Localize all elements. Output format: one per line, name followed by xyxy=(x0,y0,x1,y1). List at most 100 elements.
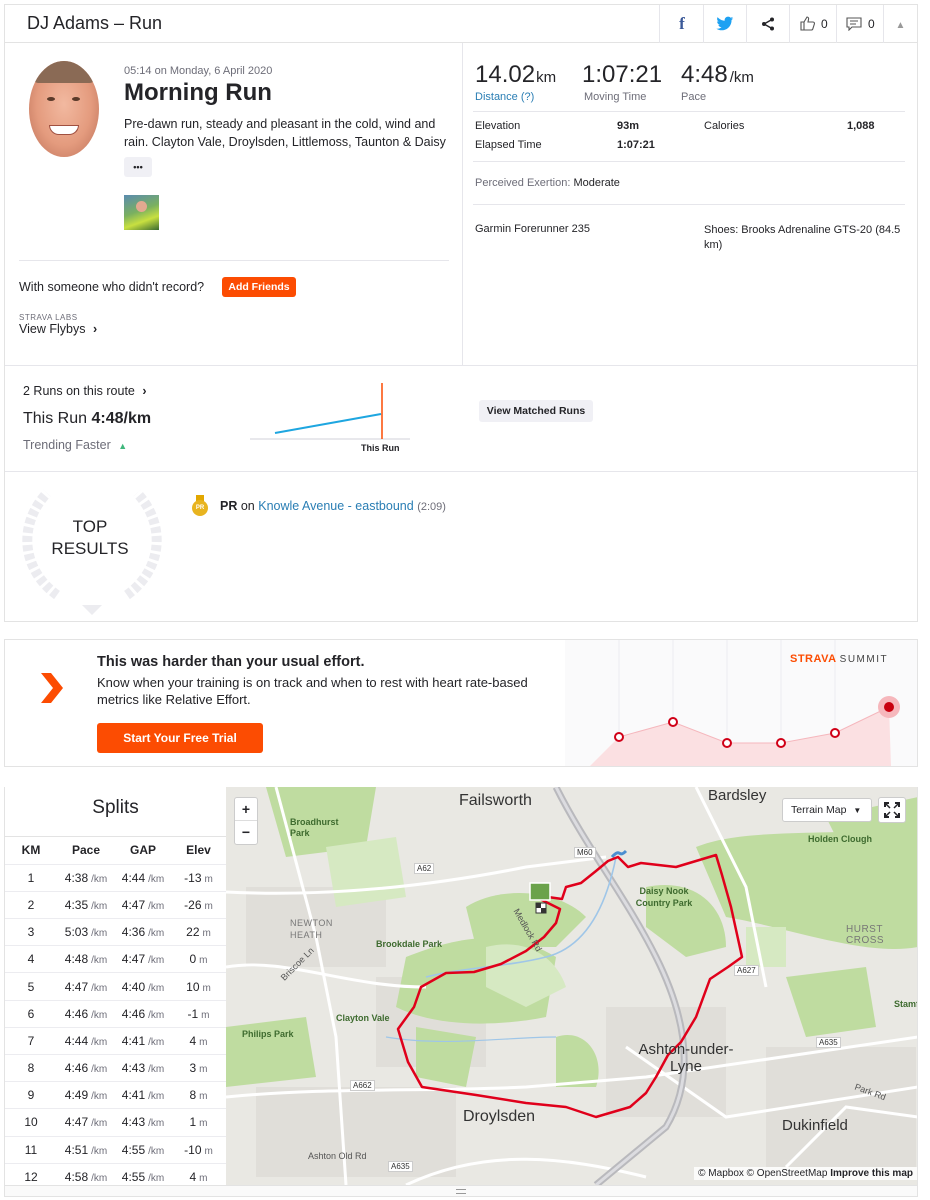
split-elev: 3m xyxy=(171,1054,226,1083)
split-pace-value: 5:03 xyxy=(64,925,89,940)
view-matched-runs-button[interactable]: View Matched Runs xyxy=(479,400,593,422)
start-photo-marker xyxy=(529,882,551,901)
split-elev: -10 m xyxy=(171,1136,226,1164)
split-gap-value: 4:41 xyxy=(121,1088,146,1103)
top-results-line2: RESULTS xyxy=(51,539,129,558)
split-gap: 4:55/km xyxy=(115,1136,171,1164)
chevron-right-icon: › xyxy=(92,322,98,336)
this-run-pace: This Run 4:48/km xyxy=(23,410,151,428)
split-row[interactable]: 6 4:46/km 4:46/km -1 m xyxy=(5,1000,226,1028)
split-row[interactable]: 10 4:47/km 4:43/km 1 m xyxy=(5,1108,226,1137)
road-ashton-old: Ashton Old Rd xyxy=(308,1151,367,1161)
split-gap-value: 4:40 xyxy=(121,979,146,994)
split-elev-value: 1 xyxy=(189,1115,197,1130)
terrain-map-select[interactable]: Terrain Map ▼ xyxy=(782,798,872,822)
shoes-info[interactable]: Shoes: Brooks Adrenaline GTS-20 (84.5 km… xyxy=(704,223,909,253)
road-a62: A62 xyxy=(414,863,435,874)
split-gap-value: 4:47 xyxy=(121,897,146,912)
split-pace: 4:35/km xyxy=(57,891,115,920)
split-gap-value: 4:43 xyxy=(121,1061,146,1076)
map-attribution: © Mapbox © OpenStreetMap Improve this ma… xyxy=(694,1167,917,1180)
pace-unit: /km xyxy=(729,69,754,86)
pr-badge: PR xyxy=(192,500,208,516)
split-km-value: 3 xyxy=(27,925,35,940)
place-droylsden: Droylsden xyxy=(463,1108,536,1125)
split-row[interactable]: 11 4:51/km 4:55/km -10 m xyxy=(5,1136,226,1164)
place-holden: Holden Clough xyxy=(808,834,872,844)
split-pace-unit: /km xyxy=(91,873,108,885)
twitter-share-button[interactable] xyxy=(704,5,746,43)
share-button[interactable] xyxy=(747,5,789,43)
runs-on-route-label: 2 Runs on this route xyxy=(23,384,135,398)
facebook-icon: f xyxy=(679,14,685,33)
pr-result: PR on Knowle Avenue - eastbound (2:09) xyxy=(220,499,446,513)
split-elev-value: 10 xyxy=(186,979,200,994)
activity-photo[interactable] xyxy=(124,195,159,230)
start-free-trial-button[interactable]: Start Your Free Trial xyxy=(97,723,263,753)
perceived-exertion: Perceived Exertion: Moderate xyxy=(475,177,620,189)
fullscreen-button[interactable] xyxy=(878,797,906,823)
split-row[interactable]: 8 4:46/km 4:43/km 3 m xyxy=(5,1054,226,1083)
strava-labs-label: STRAVA LABS xyxy=(19,313,78,322)
split-elev-value: 3 xyxy=(189,1061,197,1076)
split-row[interactable]: 2 4:35/km 4:47/km -26 m xyxy=(5,891,226,920)
split-row[interactable]: 7 4:44/km 4:41/km 4 m xyxy=(5,1027,226,1056)
split-row[interactable]: 12 4:58/km 4:55/km 4 m xyxy=(5,1163,226,1187)
view-flybys-link[interactable]: View Flybys › xyxy=(19,322,97,336)
with-someone-text: With someone who didn't record? xyxy=(19,280,205,294)
split-elev: 22 m xyxy=(171,918,226,947)
split-gap-unit: /km xyxy=(148,1145,165,1157)
split-row[interactable]: 3 5:03/km 4:36/km 22 m xyxy=(5,918,226,947)
split-elev-value: 8 xyxy=(189,1088,197,1103)
split-row[interactable]: 5 4:47/km 4:40/km 10 m xyxy=(5,972,226,1001)
place-daisy-nook: Daisy Nook Country Park xyxy=(635,886,693,908)
zoom-out-button[interactable]: − xyxy=(235,821,257,844)
split-gap-value: 4:41 xyxy=(121,1033,146,1048)
split-pace-value: 4:46 xyxy=(64,1006,89,1021)
facebook-share-button[interactable]: f xyxy=(661,5,703,43)
split-gap-unit: /km xyxy=(148,873,165,885)
route-map[interactable]: Failsworth Bardsley Broadhurst Park Hold… xyxy=(226,787,918,1185)
split-pace: 4:48/km xyxy=(57,945,115,974)
split-km: 5 xyxy=(5,972,57,1001)
split-elev-value: -1 xyxy=(187,1006,199,1021)
zoom-in-button[interactable]: + xyxy=(235,798,257,821)
split-elev: -13 m xyxy=(171,864,226,892)
split-gap-unit: /km xyxy=(148,1064,165,1076)
split-pace-value: 4:44 xyxy=(64,1033,89,1048)
add-friends-button[interactable]: Add Friends xyxy=(222,277,296,297)
split-elev-unit: m xyxy=(202,928,211,940)
split-gap: 4:36/km xyxy=(115,918,171,947)
road-a662: A662 xyxy=(350,1080,375,1091)
split-pace-value: 4:35 xyxy=(64,897,89,912)
split-elev-unit: m xyxy=(204,1145,213,1157)
promo-title: This was harder than your usual effort. xyxy=(97,654,365,670)
more-button[interactable]: ••• xyxy=(124,157,152,177)
split-pace-unit: /km xyxy=(91,1064,108,1076)
drag-grip-icon xyxy=(456,1189,466,1194)
resize-handle[interactable] xyxy=(4,1185,918,1197)
split-gap: 4:44/km xyxy=(115,864,171,892)
split-pace: 4:38/km xyxy=(57,864,115,892)
split-row[interactable]: 1 4:38/km 4:44/km -13 m xyxy=(5,864,226,892)
calories-value: 1,088 xyxy=(847,120,875,132)
split-pace-unit: /km xyxy=(91,900,108,912)
runs-on-route-link[interactable]: 2 Runs on this route › xyxy=(23,384,147,398)
kudos-button[interactable]: 0 xyxy=(790,5,836,43)
collapse-button[interactable]: ▲ xyxy=(884,5,917,43)
split-row[interactable]: 4 4:48/km 4:47/km 0 m xyxy=(5,945,226,974)
athlete-avatar[interactable] xyxy=(29,61,99,157)
effort-point xyxy=(668,717,678,727)
comments-button[interactable]: 0 xyxy=(837,5,883,43)
splits-header-row: KM Pace GAP Elev xyxy=(5,837,226,865)
segment-link[interactable]: Knowle Avenue - eastbound xyxy=(258,499,413,513)
distance-label[interactable]: Distance (?) xyxy=(475,91,534,103)
split-gap: 4:46/km xyxy=(115,1000,171,1028)
split-gap-unit: /km xyxy=(148,928,165,940)
splits-panel: Splits KM Pace GAP Elev 1 4:38/km 4:44/km -… xyxy=(4,787,226,1187)
split-elev: 4m xyxy=(171,1027,226,1056)
improve-map-link[interactable]: Improve this map xyxy=(830,1168,913,1179)
split-row[interactable]: 9 4:49/km 4:41/km 8 m xyxy=(5,1081,226,1110)
split-km: 12 xyxy=(5,1163,57,1187)
splits-header-gap: GAP xyxy=(115,837,171,865)
